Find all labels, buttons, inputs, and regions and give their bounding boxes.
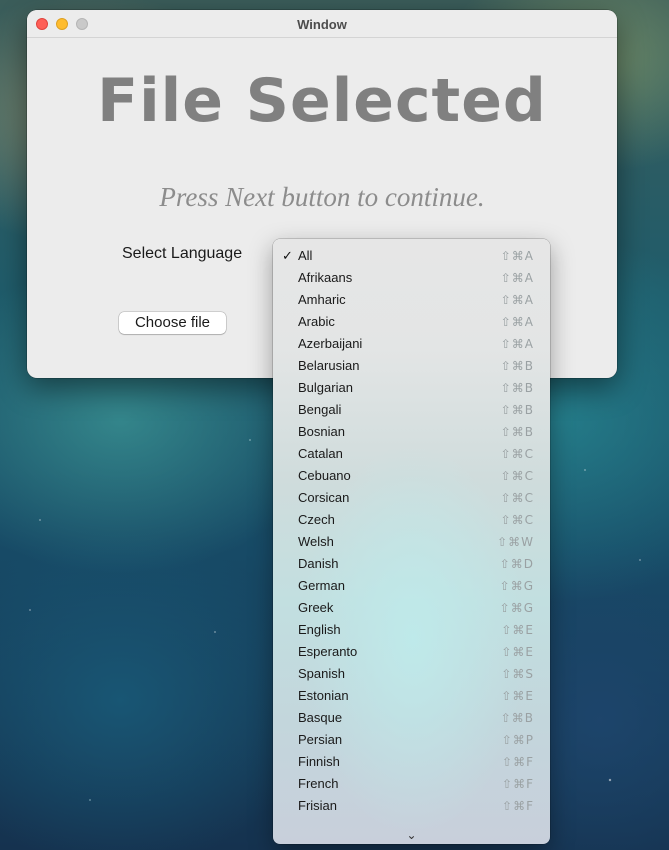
keyboard-shortcut: ⇧⌘G: [499, 601, 534, 615]
language-menu-item-label: Welsh: [298, 534, 334, 549]
language-menu-item[interactable]: Bengali ⇧⌘B: [273, 399, 550, 421]
keyboard-shortcut: ⇧⌘E: [501, 645, 534, 659]
language-menu-item[interactable]: French ⇧⌘F: [273, 773, 550, 795]
language-menu-item-label: Frisian: [298, 798, 338, 813]
language-menu-item[interactable]: Basque ⇧⌘B: [273, 707, 550, 729]
keyboard-shortcut: ⇧⌘F: [502, 755, 534, 769]
keyboard-shortcut: ⇧⌘B: [500, 425, 534, 439]
language-menu-item[interactable]: Finnish ⇧⌘F: [273, 751, 550, 773]
language-menu-item-label: Bengali: [298, 402, 342, 417]
choose-file-button[interactable]: Choose file: [119, 312, 226, 334]
checkmark-icon: ✓: [282, 248, 293, 263]
language-menu-item-label: Czech: [298, 512, 335, 527]
language-menu-item[interactable]: Arabic ⇧⌘A: [273, 311, 550, 333]
language-menu-item-label: Greek: [298, 600, 334, 615]
language-menu-item[interactable]: Afrikaans ⇧⌘A: [273, 267, 550, 289]
language-menu-item[interactable]: Azerbaijani ⇧⌘A: [273, 333, 550, 355]
language-menu-item-label: Basque: [298, 710, 343, 725]
language-menu-item[interactable]: Bosnian ⇧⌘B: [273, 421, 550, 443]
keyboard-shortcut: ⇧⌘E: [501, 689, 534, 703]
language-menu-item[interactable]: Welsh ⇧⌘W: [273, 531, 550, 553]
language-menu-list: ✓ All ⇧⌘A Afrikaans ⇧⌘A Amharic ⇧⌘A Arabic ⇧⌘A Az…: [273, 245, 550, 817]
keyboard-shortcut: ⇧⌘C: [500, 491, 534, 505]
headline: File Selected: [97, 66, 547, 136]
language-menu-item[interactable]: Spanish ⇧⌘S: [273, 663, 550, 685]
keyboard-shortcut: ⇧⌘W: [497, 535, 534, 549]
language-menu-item-label: Belarusian: [298, 358, 360, 373]
language-menu-item-label: Esperanto: [298, 644, 358, 659]
language-menu-item[interactable]: Greek ⇧⌘G: [273, 597, 550, 619]
language-menu-item[interactable]: Danish ⇧⌘D: [273, 553, 550, 575]
keyboard-shortcut: ⇧⌘C: [500, 447, 534, 461]
language-menu-item-label: Arabic: [298, 314, 335, 329]
language-menu-item[interactable]: Persian ⇧⌘P: [273, 729, 550, 751]
keyboard-shortcut: ⇧⌘B: [500, 403, 534, 417]
language-menu-item[interactable]: German ⇧⌘G: [273, 575, 550, 597]
language-menu-item[interactable]: Catalan ⇧⌘C: [273, 443, 550, 465]
keyboard-shortcut: ⇧⌘B: [500, 711, 534, 725]
language-menu-item-label: Danish: [298, 556, 339, 571]
language-menu-item-label: German: [298, 578, 345, 593]
keyboard-shortcut: ⇧⌘E: [501, 623, 534, 637]
language-menu-item[interactable]: Corsican ⇧⌘C: [273, 487, 550, 509]
instruction-text: Press Next button to continue.: [159, 182, 485, 212]
language-menu-item-label: Afrikaans: [298, 270, 353, 285]
keyboard-shortcut: ⇧⌘C: [500, 513, 534, 527]
language-menu-item[interactable]: Czech ⇧⌘C: [273, 509, 550, 531]
language-menu-item-label: Cebuano: [298, 468, 351, 483]
keyboard-shortcut: ⇧⌘A: [500, 315, 534, 329]
language-menu-item[interactable]: Estonian ⇧⌘E: [273, 685, 550, 707]
keyboard-shortcut: ⇧⌘B: [500, 359, 534, 373]
language-menu-item-label: Finnish: [298, 754, 340, 769]
language-menu-item-label: French: [298, 776, 339, 791]
language-menu-item[interactable]: Esperanto ⇧⌘E: [273, 641, 550, 663]
language-menu-item-label: Amharic: [298, 292, 346, 307]
keyboard-shortcut: ⇧⌘F: [502, 799, 534, 813]
language-menu-item-label: All: [298, 248, 313, 263]
select-language-label: Select Language: [122, 245, 243, 262]
language-menu-item[interactable]: English ⇧⌘E: [273, 619, 550, 641]
language-menu-item[interactable]: Bulgarian ⇧⌘B: [273, 377, 550, 399]
language-menu-item[interactable]: Cebuano ⇧⌘C: [273, 465, 550, 487]
language-menu-item-label: Corsican: [298, 490, 350, 505]
language-menu-item-label: Bulgarian: [298, 380, 353, 395]
language-menu-item[interactable]: Amharic ⇧⌘A: [273, 289, 550, 311]
language-menu-item[interactable]: Belarusian ⇧⌘B: [273, 355, 550, 377]
language-dropdown-menu: ✓ All ⇧⌘A Afrikaans ⇧⌘A Amharic ⇧⌘A Arabic ⇧⌘A Az…: [273, 239, 550, 844]
keyboard-shortcut: ⇧⌘P: [501, 733, 534, 747]
language-menu-item[interactable]: ✓ All ⇧⌘A: [273, 245, 550, 267]
language-menu-item[interactable]: Frisian ⇧⌘F: [273, 795, 550, 817]
keyboard-shortcut: ⇧⌘A: [500, 249, 534, 263]
language-menu-item-label: Bosnian: [298, 424, 345, 439]
keyboard-shortcut: ⇧⌘D: [499, 557, 534, 571]
keyboard-shortcut: ⇧⌘F: [502, 777, 534, 791]
language-menu-item-label: English: [298, 622, 341, 637]
keyboard-shortcut: ⇧⌘B: [500, 381, 534, 395]
scroll-down-arrow-icon[interactable]: ⌄: [273, 828, 550, 842]
keyboard-shortcut: ⇧⌘A: [500, 293, 534, 307]
keyboard-shortcut: ⇧⌘A: [500, 337, 534, 351]
keyboard-shortcut: ⇧⌘G: [499, 579, 534, 593]
keyboard-shortcut: ⇧⌘S: [501, 667, 534, 681]
window-title: Window: [297, 17, 347, 32]
keyboard-shortcut: ⇧⌘A: [500, 271, 534, 285]
language-menu-item-label: Spanish: [298, 666, 345, 681]
keyboard-shortcut: ⇧⌘C: [500, 469, 534, 483]
language-menu-item-label: Persian: [298, 732, 343, 747]
language-menu-item-label: Azerbaijani: [298, 336, 363, 351]
language-menu-item-label: Estonian: [298, 688, 349, 703]
title-bar[interactable]: Window: [27, 10, 617, 38]
language-menu-item-label: Catalan: [298, 446, 343, 461]
